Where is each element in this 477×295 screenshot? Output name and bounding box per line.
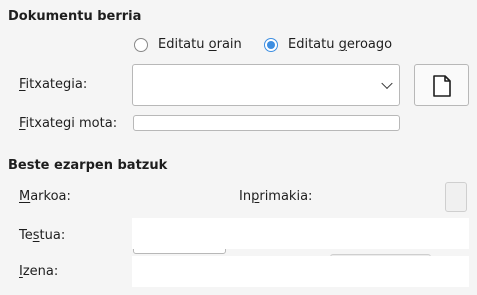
chevron-down-icon[interactable] <box>381 77 393 90</box>
file-type-label: Fitxategi mota: <box>19 116 118 131</box>
radio-indicator-edit-now[interactable] <box>134 37 148 52</box>
section-title-new-document: Dokumentu berria <box>8 9 142 24</box>
new-document-icon <box>433 75 451 97</box>
text-label: Testua: <box>19 228 66 243</box>
file-type-field <box>133 115 400 131</box>
frame-label: Markoa: <box>19 189 71 204</box>
print-options-button[interactable] <box>445 182 467 212</box>
text-field[interactable] <box>132 218 469 249</box>
file-combobox[interactable] <box>132 64 400 106</box>
name-field[interactable] <box>132 256 469 287</box>
new-document-button[interactable] <box>414 64 469 106</box>
section-title-more-settings: Beste ezarpen batzuk <box>8 158 168 173</box>
radio-indicator-edit-later[interactable] <box>264 37 278 52</box>
file-label: Fitxategia: <box>19 77 88 92</box>
radio-edit-later-label: Editatu geroago <box>288 37 393 52</box>
radio-edit-later[interactable]: Editatu geroago <box>264 37 392 52</box>
print-label: Inprimakia: <box>239 189 313 204</box>
radio-edit-now-label: Editatu orain <box>158 37 242 52</box>
radio-edit-now[interactable]: Editatu orain <box>134 37 242 52</box>
name-label: Izena: <box>19 264 59 279</box>
